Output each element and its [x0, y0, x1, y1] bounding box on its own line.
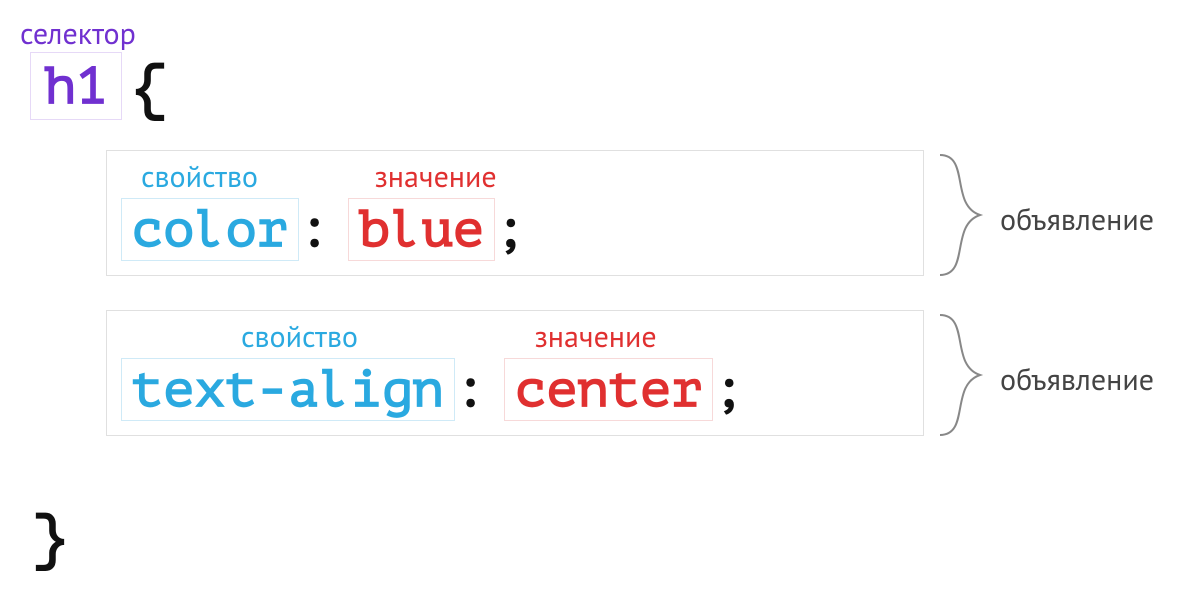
- brace-open: {: [132, 58, 168, 118]
- css-property-1: color: [121, 198, 299, 261]
- semicolon-1: ;: [495, 201, 526, 259]
- colon-2: :: [455, 361, 486, 419]
- css-selector: h1: [30, 52, 122, 120]
- brace-decoration-1: [930, 150, 990, 280]
- css-value-1: blue: [348, 198, 495, 261]
- label-property-1: свойство: [141, 157, 258, 196]
- label-declaration-2: объявление: [1000, 360, 1154, 399]
- css-value-2: center: [504, 358, 713, 421]
- label-selector: селектор: [20, 14, 136, 53]
- label-value-1: значение: [375, 157, 497, 196]
- css-property-2: text-align: [121, 358, 455, 421]
- css-declaration-2: свойство значение text-align: center;: [106, 310, 924, 436]
- colon-1: :: [299, 201, 330, 259]
- brace-close: }: [32, 508, 68, 568]
- brace-decoration-2: [930, 310, 990, 440]
- label-property-2: свойство: [241, 317, 358, 356]
- label-declaration-1: объявление: [1000, 200, 1154, 239]
- label-value-2: значение: [535, 317, 657, 356]
- semicolon-2: ;: [713, 361, 744, 419]
- css-declaration-1: свойство значение color: blue;: [106, 150, 924, 276]
